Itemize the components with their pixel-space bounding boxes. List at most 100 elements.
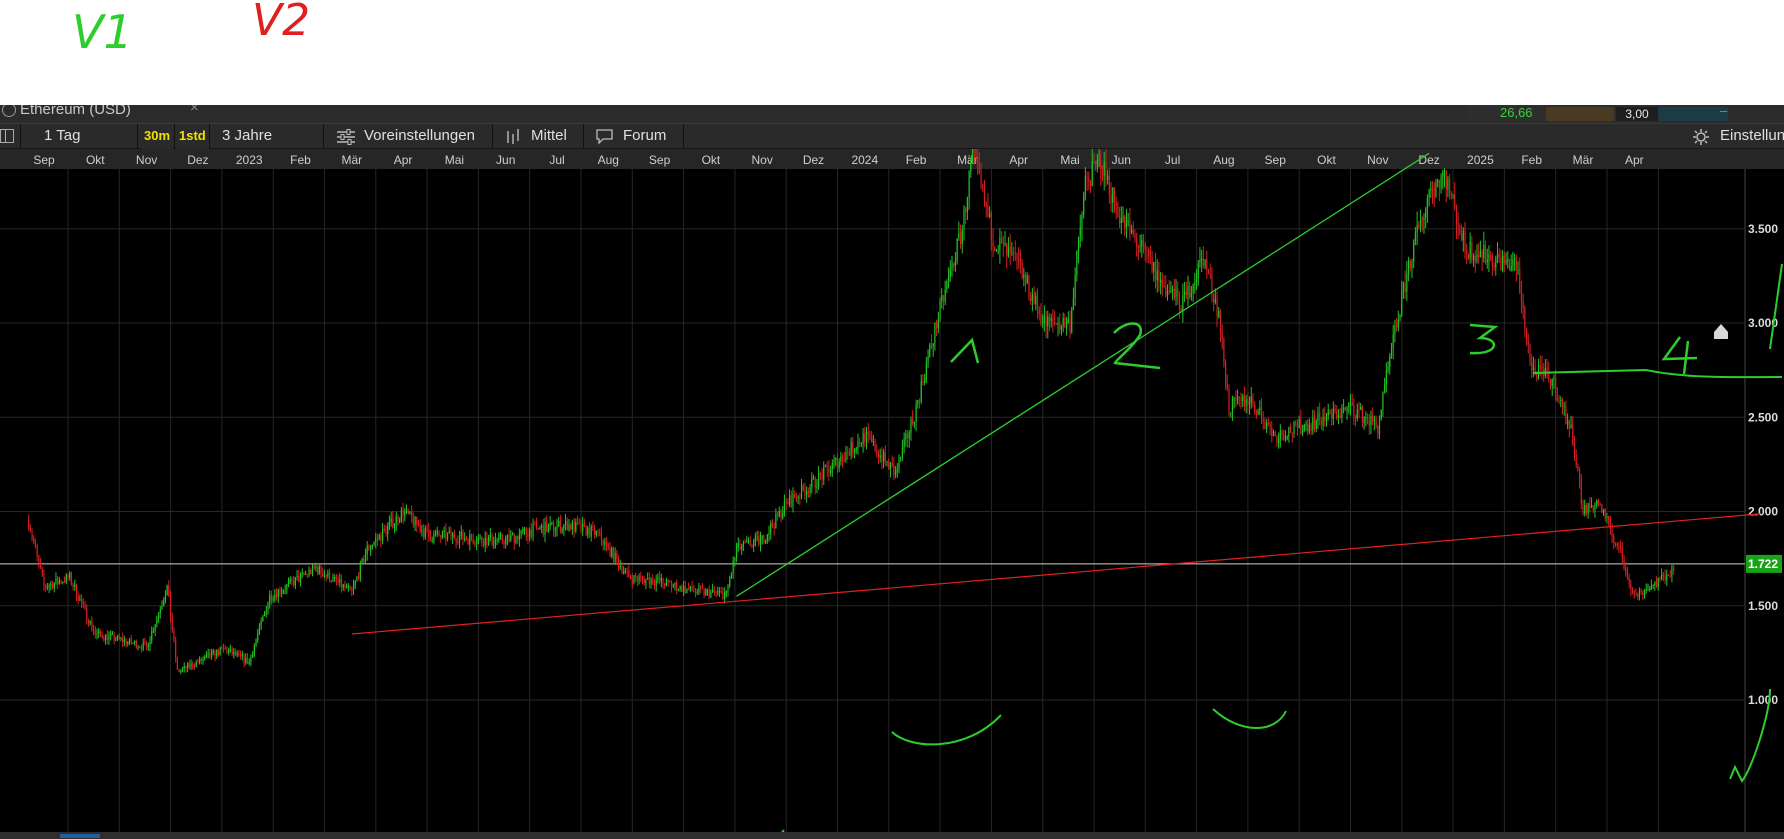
candle-down	[847, 451, 849, 453]
candle-up	[946, 282, 948, 290]
period-select[interactable]: 1 Tag	[44, 124, 80, 149]
candle-up	[677, 589, 680, 591]
candle-down	[1243, 395, 1246, 407]
time-tick-label: Feb	[906, 153, 927, 167]
indicator-icon[interactable]	[505, 124, 525, 149]
candle-down	[884, 451, 886, 462]
candle-up	[1077, 236, 1080, 252]
candle-down	[1226, 382, 1228, 389]
candle-up	[746, 540, 748, 543]
candle-down	[1361, 406, 1364, 423]
time-tick-label: Okt	[86, 153, 105, 167]
candle-up	[797, 496, 799, 499]
candle-up	[58, 581, 60, 584]
candle-down	[641, 576, 644, 579]
average-button[interactable]: Mittel	[531, 124, 567, 149]
candle-down	[1642, 590, 1644, 596]
time-tick-label: Apr	[394, 153, 413, 167]
candle-down	[482, 542, 485, 546]
candle-down	[1054, 321, 1056, 324]
candle-down	[72, 583, 74, 587]
candle-down	[293, 580, 295, 586]
time-tick-label: Aug	[598, 153, 619, 167]
close-tab-icon[interactable]: ×	[190, 105, 199, 116]
toolbar-divider	[492, 124, 493, 149]
candle-up	[809, 486, 811, 493]
candle-down	[1449, 178, 1451, 195]
candle-up	[1442, 172, 1444, 177]
candle-up	[765, 540, 767, 543]
candle-up	[253, 646, 255, 656]
settings-button[interactable]: Einstellun	[1720, 124, 1784, 149]
candle-up	[1139, 246, 1141, 248]
candle-down	[238, 653, 240, 655]
candle-up	[1428, 189, 1430, 198]
candle-down	[1320, 419, 1322, 426]
candle-up	[1356, 409, 1358, 419]
candle-down	[1206, 259, 1208, 271]
candle-up	[766, 534, 768, 541]
candle-up	[443, 530, 445, 532]
candle-up	[414, 516, 416, 526]
candle-down	[310, 569, 312, 574]
candle-down	[75, 584, 78, 597]
range-select[interactable]: 3 Jahre	[222, 124, 272, 149]
candle-down	[1459, 226, 1461, 235]
candle-up	[371, 545, 373, 548]
candle-down	[1558, 400, 1560, 402]
price-chart[interactable]: Sep Okt Nov Dez 2023 Feb Mär Apr Mai Jun Jul Aug Sep…	[0, 149, 1784, 832]
candle-down	[1012, 252, 1015, 254]
candle-up	[1553, 377, 1555, 380]
candle-up	[532, 524, 534, 537]
candle-up	[163, 600, 165, 606]
candle-up	[510, 534, 512, 541]
candle-down	[1522, 301, 1524, 308]
candle-up	[181, 668, 184, 671]
candle-up	[1551, 379, 1553, 386]
candle-down	[681, 585, 683, 593]
candle-up	[142, 642, 144, 650]
candle-down	[1541, 366, 1543, 370]
candle-down	[1609, 519, 1611, 530]
candle-down	[51, 583, 54, 589]
candle-down	[1052, 317, 1054, 322]
time-tick-label: Nov	[1367, 153, 1388, 167]
candle-down	[176, 658, 178, 670]
candle-down	[385, 529, 387, 534]
candle-down	[1291, 432, 1293, 434]
forum-button[interactable]: Forum	[623, 124, 666, 149]
candle-up	[747, 540, 750, 542]
layout-icon[interactable]	[0, 129, 14, 143]
candle-up	[554, 529, 556, 531]
minimize-icon[interactable]: –	[1720, 105, 1727, 118]
presets-button[interactable]: Voreinstellungen	[364, 124, 475, 149]
candle-up	[1023, 274, 1025, 278]
interval-30m-button[interactable]: 30m	[141, 124, 174, 149]
candle-down	[1478, 254, 1480, 257]
candle-down	[1500, 257, 1502, 271]
candle-down	[517, 535, 519, 540]
candle-down	[1137, 246, 1139, 248]
candle-up	[686, 588, 688, 593]
candle-down	[828, 468, 830, 474]
candle-up	[339, 579, 341, 583]
presets-icon[interactable]	[336, 124, 358, 149]
time-tick-label: Aug	[1213, 153, 1234, 167]
candle-up	[1419, 218, 1422, 227]
candle-down	[33, 537, 35, 543]
candle-up	[587, 527, 589, 536]
candle-up	[152, 630, 155, 632]
forum-icon[interactable]	[596, 124, 616, 149]
settings-icon[interactable]	[1692, 124, 1712, 149]
candle-up	[590, 526, 592, 537]
candle-up	[924, 379, 926, 383]
candle-down	[975, 150, 977, 156]
candle-up	[55, 578, 57, 584]
candle-down	[1409, 260, 1411, 268]
candle-down	[416, 516, 418, 525]
candle-up	[157, 613, 160, 618]
candle-up	[1416, 225, 1418, 233]
candle-up	[1479, 251, 1481, 257]
interval-1h-button[interactable]: 1std	[176, 124, 209, 149]
quote-bar	[1546, 107, 1614, 121]
